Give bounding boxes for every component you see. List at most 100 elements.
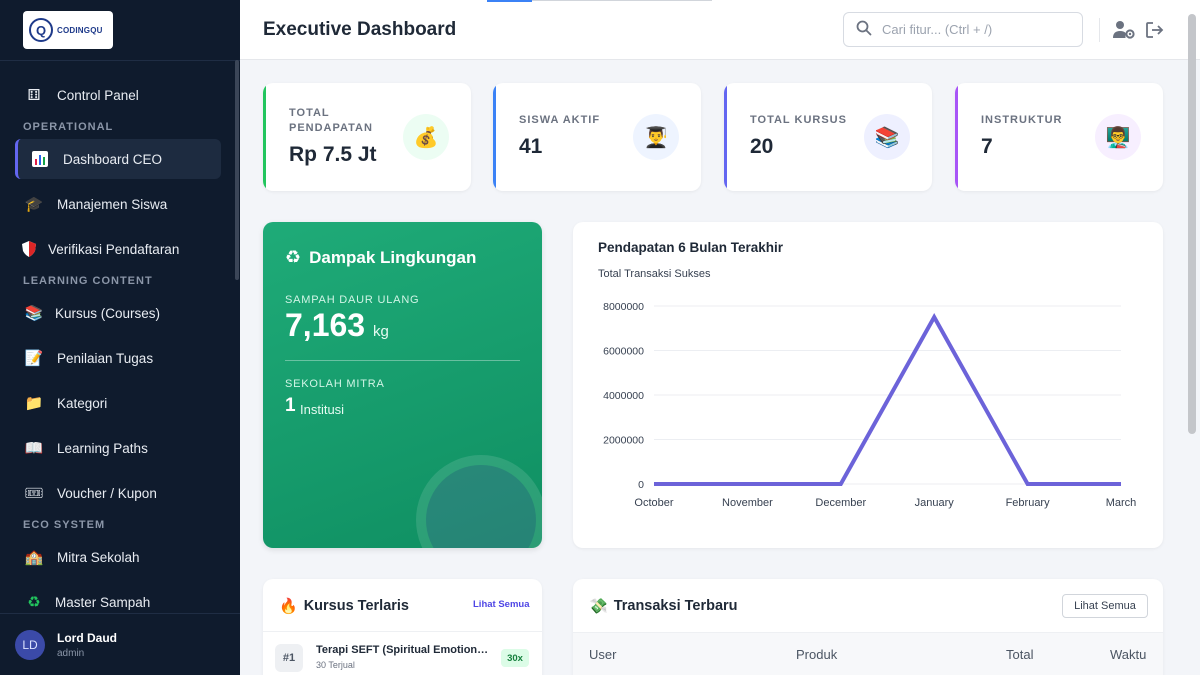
x-tick-label: December bbox=[815, 497, 866, 509]
stat-card-pendapatan: TOTAL PENDAPATAN Rp 7.5 Jt 💰 bbox=[263, 83, 471, 191]
stat-accent-bar bbox=[493, 83, 496, 191]
folder-icon: 📁 bbox=[24, 395, 44, 412]
stat-accent-bar bbox=[955, 83, 958, 191]
sidebar-item-label: Mitra Sekolah bbox=[57, 549, 140, 565]
logout-icon[interactable] bbox=[1144, 19, 1166, 41]
x-tick-label: January bbox=[915, 497, 955, 509]
stat-value: 41 bbox=[519, 135, 543, 158]
series-line bbox=[654, 313, 1121, 486]
sidebar-item-dashboard-ceo[interactable]: Dashboard CEO bbox=[15, 139, 221, 179]
sidebar-item-label: Verifikasi Pendaftaran bbox=[48, 241, 180, 257]
sidebar-item-manajemen-siswa[interactable]: 🎓 Manajemen Siswa bbox=[0, 184, 230, 224]
sidebar-item-penilaian-tugas[interactable]: 📝 Penilaian Tugas bbox=[0, 338, 230, 378]
books-icon: 📚 bbox=[864, 114, 910, 160]
recycle-icon: ♻ bbox=[27, 594, 41, 611]
sidebar-item-kursus[interactable]: 📚 Kursus (Courses) bbox=[0, 293, 230, 333]
sidebar-item-learning-paths[interactable]: 📖 Learning Paths bbox=[0, 428, 230, 468]
dice-icon: ⚅ bbox=[27, 87, 41, 104]
section-eco-system: ECO SYSTEM bbox=[23, 519, 106, 531]
divider bbox=[0, 613, 240, 614]
search-input[interactable] bbox=[882, 22, 1072, 37]
column-header-produk[interactable]: Produk bbox=[796, 647, 837, 662]
best-courses-title-text: Kursus Terlaris bbox=[303, 598, 409, 614]
tab-track bbox=[532, 0, 712, 1]
sidebar-scrollbar[interactable] bbox=[235, 60, 239, 280]
user-role: admin bbox=[57, 648, 85, 659]
divider bbox=[0, 60, 240, 61]
sidebar-item-voucher[interactable]: 🎟 Voucher / Kupon bbox=[0, 473, 230, 513]
search-box[interactable] bbox=[843, 12, 1083, 47]
y-tick-label: 8000000 bbox=[603, 301, 644, 313]
y-tick-label: 0 bbox=[638, 479, 644, 491]
column-header-total[interactable]: Total bbox=[1006, 647, 1033, 662]
stat-card-instruktur: INSTRUKTUR 7 👨‍🏫 bbox=[955, 83, 1163, 191]
sidebar-item-label: Control Panel bbox=[57, 87, 139, 103]
stat-value: 7 bbox=[981, 135, 993, 158]
recycled-label: SAMPAH DAUR ULANG bbox=[285, 294, 420, 306]
money-bag-icon: 💰 bbox=[403, 114, 449, 160]
open-book-icon: 📖 bbox=[24, 440, 44, 457]
shield-icon bbox=[18, 240, 40, 258]
sidebar-item-kategori[interactable]: 📁 Kategori bbox=[0, 383, 230, 423]
stat-card-siswa: SISWA AKTIF 41 👨‍🎓 bbox=[493, 83, 701, 191]
see-all-link[interactable]: Lihat Semua bbox=[473, 599, 530, 610]
page-scrollbar[interactable] bbox=[1188, 14, 1196, 434]
sidebar-item-mitra-sekolah[interactable]: 🏫 Mitra Sekolah bbox=[0, 537, 230, 577]
eco-title-text: Dampak Lingkungan bbox=[309, 247, 477, 267]
user-name: Lord Daud bbox=[57, 631, 117, 645]
stat-value: Rp 7.5 Jt bbox=[289, 143, 377, 166]
stat-accent-bar bbox=[724, 83, 727, 191]
stat-accent-bar bbox=[263, 83, 266, 191]
sidebar-item-label: Penilaian Tugas bbox=[57, 350, 154, 366]
user-settings-icon[interactable] bbox=[1113, 19, 1135, 41]
divider bbox=[285, 360, 520, 361]
see-all-button[interactable]: Lihat Semua bbox=[1062, 594, 1148, 618]
column-header-user[interactable]: User bbox=[589, 647, 616, 662]
sidebar: Q CODINGQU ⚅ Control Panel OPERATIONAL D… bbox=[0, 0, 240, 675]
bar-chart-icon bbox=[29, 150, 51, 168]
teacher-icon: 👨‍🏫 bbox=[1095, 114, 1141, 160]
logo-text: CODINGQU bbox=[57, 25, 103, 35]
stat-value: 20 bbox=[750, 135, 774, 158]
section-learning-content: LEARNING CONTENT bbox=[23, 275, 153, 287]
course-name[interactable]: Terapi SEFT (Spiritual Emotiona... bbox=[316, 644, 491, 656]
stat-label: INSTRUKTUR bbox=[981, 114, 1063, 126]
sidebar-item-label: Manajemen Siswa bbox=[57, 196, 168, 212]
recycled-unit: kg bbox=[373, 323, 389, 340]
stat-label: SISWA AKTIF bbox=[519, 114, 601, 126]
partner-value: 1 bbox=[285, 395, 296, 416]
x-tick-label: February bbox=[1006, 497, 1051, 509]
partner-unit: Institusi bbox=[300, 402, 345, 417]
logo-mark: Q bbox=[29, 18, 53, 42]
sidebar-item-label: Learning Paths bbox=[57, 440, 148, 456]
divider bbox=[1099, 18, 1100, 42]
sidebar-item-label: Master Sampah bbox=[55, 594, 151, 610]
student-icon: 👨‍🎓 bbox=[633, 114, 679, 160]
app-logo[interactable]: Q CODINGQU bbox=[23, 11, 113, 49]
course-sold: 30 Terjual bbox=[316, 660, 355, 670]
transactions-title: 💸 Transaksi Terbaru bbox=[589, 597, 738, 615]
memo-icon: 📝 bbox=[24, 350, 44, 367]
y-tick-label: 4000000 bbox=[603, 390, 644, 402]
divider bbox=[263, 631, 542, 632]
sidebar-item-verifikasi[interactable]: Verifikasi Pendaftaran bbox=[0, 229, 230, 269]
school-icon: 🏫 bbox=[24, 549, 44, 566]
stat-label: TOTAL KURSUS bbox=[750, 114, 847, 126]
sidebar-item-label: Kursus (Courses) bbox=[55, 305, 161, 321]
x-tick-label: November bbox=[722, 497, 773, 509]
x-tick-label: March bbox=[1106, 497, 1137, 509]
sidebar-item-master-sampah[interactable]: ♻ Master Sampah bbox=[0, 582, 230, 622]
search-icon bbox=[856, 20, 872, 40]
stat-label: TOTAL PENDAPATAN bbox=[289, 107, 373, 134]
avatar[interactable]: LD bbox=[15, 630, 45, 660]
recent-transactions-card: 💸 Transaksi Terbaru Lihat Semua User Pro… bbox=[573, 579, 1163, 675]
sidebar-item-control-panel[interactable]: ⚅ Control Panel bbox=[0, 75, 230, 115]
eco-impact-card: ♻ Dampak Lingkungan SAMPAH DAUR ULANG 7,… bbox=[263, 222, 542, 548]
x-tick-label: October bbox=[634, 497, 673, 509]
sales-count-badge: 30x bbox=[501, 649, 529, 667]
partner-label: SEKOLAH MITRA bbox=[285, 378, 385, 390]
table-header bbox=[573, 632, 1163, 675]
revenue-chart: 0 2000000 4000000 6000000 8000000 October Nove… bbox=[603, 301, 1137, 509]
column-header-waktu[interactable]: Waktu bbox=[1110, 647, 1146, 662]
y-tick-label: 2000000 bbox=[603, 435, 644, 447]
